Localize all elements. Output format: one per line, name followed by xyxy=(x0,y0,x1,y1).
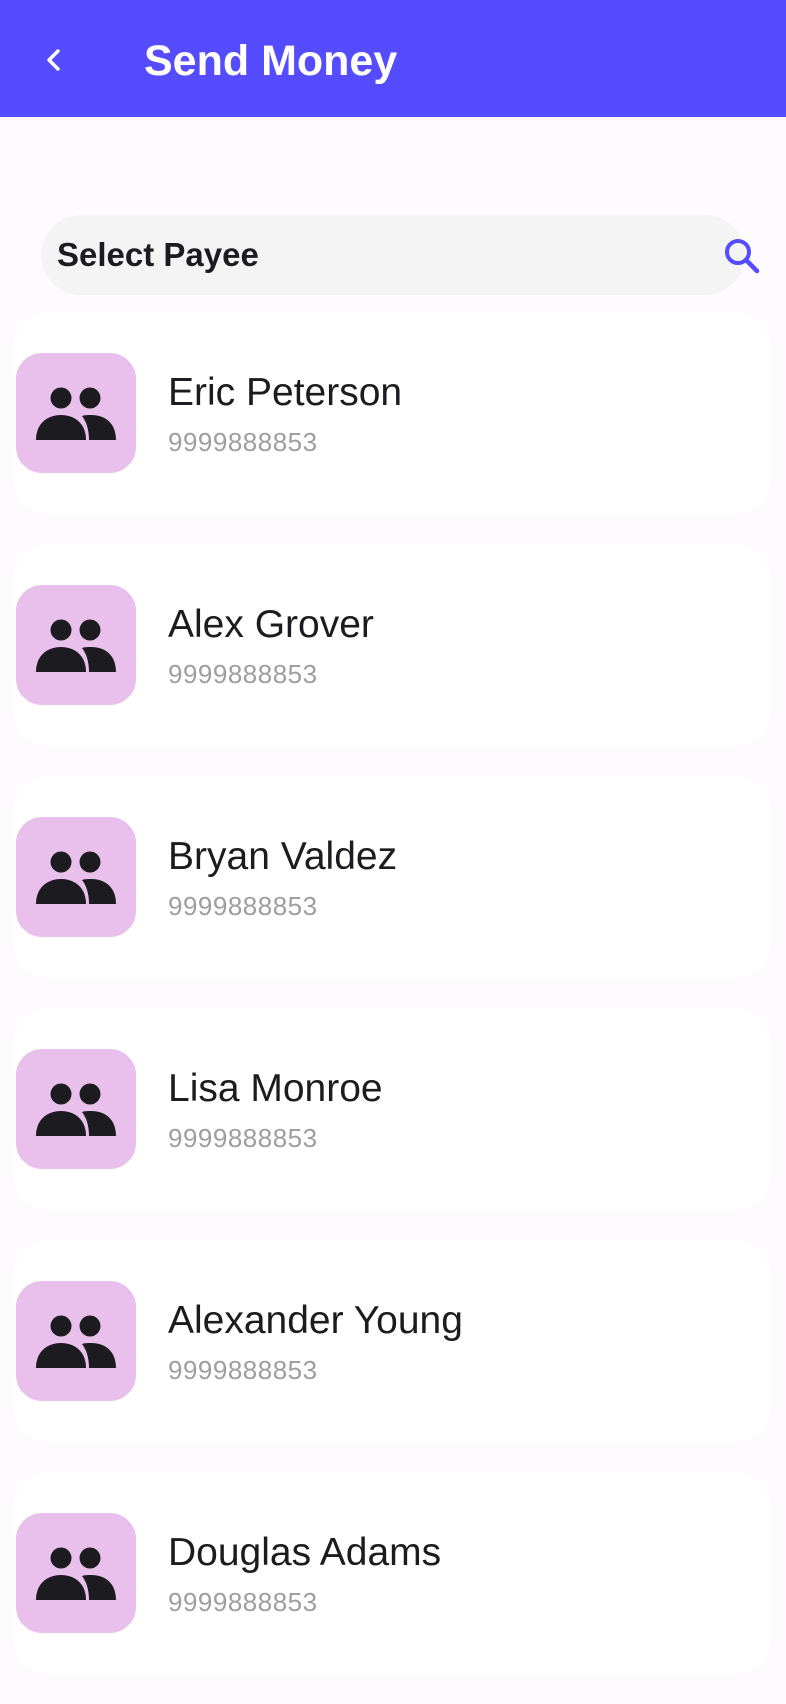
avatar xyxy=(16,1513,136,1633)
group-icon xyxy=(36,1315,116,1368)
page-title: Send Money xyxy=(144,37,398,85)
payee-phone: 9999888853 xyxy=(168,1355,318,1385)
payee-phone: 9999888853 xyxy=(168,659,318,689)
avatar xyxy=(16,585,136,705)
payee-list-item[interactable]: Douglas Adams 9999888853 xyxy=(14,1472,770,1674)
group-icon xyxy=(36,619,116,672)
avatar xyxy=(16,1281,136,1401)
payee-name: Bryan Valdez xyxy=(168,835,398,878)
payee-name: Alex Grover xyxy=(168,603,374,646)
group-icon xyxy=(36,851,116,904)
search-button[interactable] xyxy=(721,235,763,277)
search-icon xyxy=(725,239,760,274)
payee-name: Lisa Monroe xyxy=(168,1067,383,1110)
avatar xyxy=(16,353,136,473)
group-icon xyxy=(36,1083,116,1136)
group-icon xyxy=(36,387,116,440)
avatar xyxy=(16,1049,136,1169)
payee-list-item[interactable]: Lisa Monroe 9999888853 xyxy=(14,1008,770,1210)
payee-list-item[interactable]: Bryan Valdez 9999888853 xyxy=(14,776,770,978)
search-bar[interactable] xyxy=(41,215,760,295)
payee-phone: 9999888853 xyxy=(168,427,318,457)
payee-list-item[interactable]: Alex Grover 9999888853 xyxy=(14,544,770,746)
search-input[interactable] xyxy=(57,215,657,295)
payee-list-item[interactable]: Alexander Young 9999888853 xyxy=(14,1240,770,1442)
payee-name: Douglas Adams xyxy=(168,1531,442,1574)
payee-list: Eric Peterson 9999888853 Alex Grover 999… xyxy=(14,312,770,1704)
avatar xyxy=(16,817,136,937)
chevron-left-icon xyxy=(47,49,60,71)
payee-name: Eric Peterson xyxy=(168,371,403,414)
app-bar: Send Money xyxy=(0,0,786,117)
group-icon xyxy=(36,1547,116,1600)
payee-name: Alexander Young xyxy=(168,1299,463,1342)
payee-phone: 9999888853 xyxy=(168,1587,318,1617)
back-button[interactable] xyxy=(34,40,74,80)
payee-phone: 9999888853 xyxy=(168,1123,318,1153)
payee-list-item[interactable]: Eric Peterson 9999888853 xyxy=(14,312,770,514)
payee-phone: 9999888853 xyxy=(168,891,318,921)
